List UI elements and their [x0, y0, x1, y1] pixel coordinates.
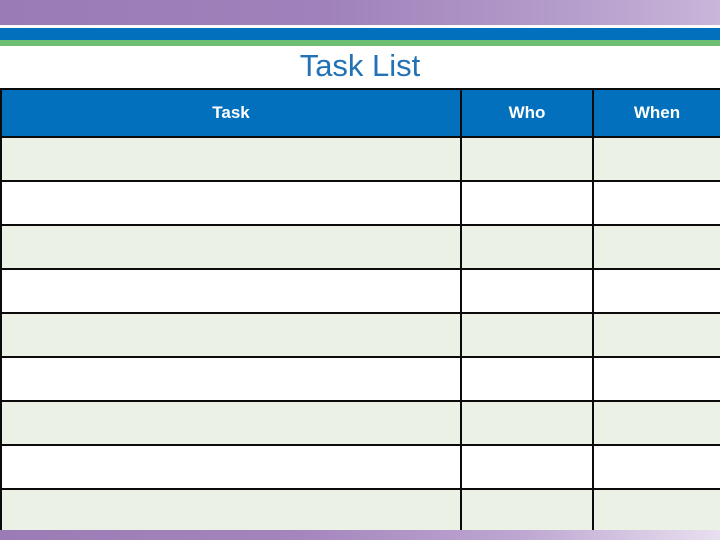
page-title: Task List: [299, 48, 421, 83]
cell-task[interactable]: [0, 444, 462, 490]
table-row[interactable]: [0, 312, 720, 358]
column-header-task: Task: [0, 88, 462, 138]
cell-who[interactable]: [460, 268, 594, 314]
cell-task[interactable]: [0, 356, 462, 402]
task-list-table: Task Who When: [0, 88, 720, 534]
cell-task[interactable]: [0, 488, 462, 534]
cell-who[interactable]: [460, 224, 594, 270]
cell-who[interactable]: [460, 312, 594, 358]
table-row[interactable]: [0, 356, 720, 402]
table-row[interactable]: [0, 224, 720, 270]
bottom-purple-band: [0, 530, 720, 540]
table-body: [0, 136, 720, 534]
cell-task[interactable]: [0, 312, 462, 358]
cell-when[interactable]: [592, 444, 720, 490]
top-blue-band: [0, 28, 720, 40]
cell-when[interactable]: [592, 268, 720, 314]
table-row[interactable]: [0, 444, 720, 490]
cell-task[interactable]: [0, 224, 462, 270]
top-purple-band: [0, 0, 720, 25]
column-header-when: When: [592, 88, 720, 138]
column-header-who: Who: [460, 88, 594, 138]
cell-when[interactable]: [592, 400, 720, 446]
table-row[interactable]: [0, 268, 720, 314]
cell-task[interactable]: [0, 136, 462, 182]
cell-task[interactable]: [0, 180, 462, 226]
cell-who[interactable]: [460, 444, 594, 490]
table-head: Task Who When: [0, 88, 720, 138]
cell-task[interactable]: [0, 268, 462, 314]
cell-when[interactable]: [592, 488, 720, 534]
cell-who[interactable]: [460, 488, 594, 534]
slide-canvas: Task List Task Who When: [0, 0, 720, 540]
cell-when[interactable]: [592, 136, 720, 182]
table-row[interactable]: [0, 136, 720, 182]
cell-when[interactable]: [592, 224, 720, 270]
cell-who[interactable]: [460, 136, 594, 182]
table-row[interactable]: [0, 488, 720, 534]
cell-who[interactable]: [460, 356, 594, 402]
cell-when[interactable]: [592, 356, 720, 402]
table-header-row: Task Who When: [0, 88, 720, 138]
cell-who[interactable]: [460, 400, 594, 446]
cell-who[interactable]: [460, 180, 594, 226]
cell-when[interactable]: [592, 180, 720, 226]
table-row[interactable]: [0, 180, 720, 226]
cell-task[interactable]: [0, 400, 462, 446]
table-row[interactable]: [0, 400, 720, 446]
cell-when[interactable]: [592, 312, 720, 358]
